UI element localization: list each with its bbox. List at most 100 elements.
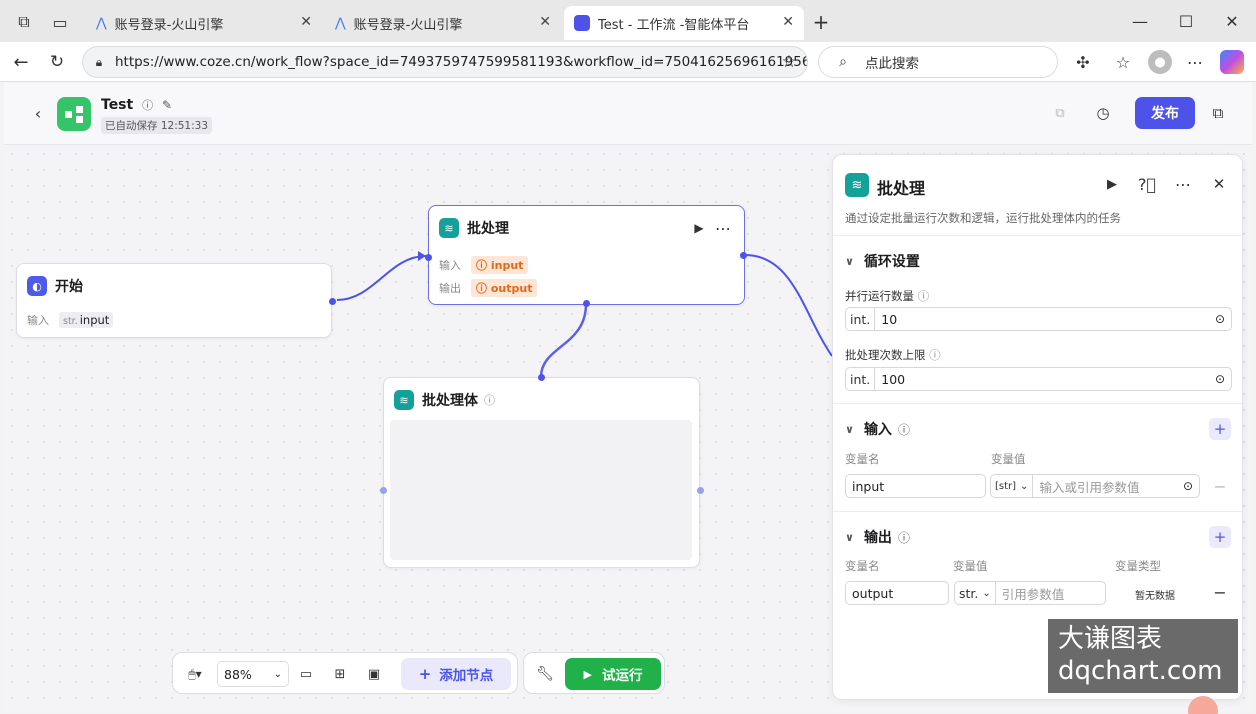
type-select[interactable]: [str] ⌄	[991, 475, 1034, 497]
close-window-icon[interactable]: ✕	[1222, 11, 1242, 31]
input-col-name: 变量名	[845, 452, 880, 466]
info-icon[interactable]: ⓘ	[898, 529, 910, 546]
output-var-value-field[interactable]: str. ⌄ 引用参数值	[954, 581, 1106, 605]
batch-input-port[interactable]	[425, 254, 432, 261]
ref-target-icon[interactable]: ⊙	[1215, 372, 1225, 386]
tab-actions-icon[interactable]: ▭	[50, 12, 70, 32]
minimize-icon[interactable]: —	[1130, 11, 1150, 31]
grid-layout-icon[interactable]: ⊞	[331, 665, 349, 683]
batch-body-port[interactable]	[583, 300, 590, 307]
workflow-logo-icon	[57, 97, 91, 131]
ref-target-icon[interactable]: ⊙	[1215, 312, 1225, 326]
search-box[interactable]: ⌕ 点此搜索	[818, 46, 1058, 78]
info-icon[interactable]: ⓘ	[898, 421, 910, 438]
output-tag-text: output	[490, 282, 533, 295]
address-bar[interactable]: 🔒︎ https://www.coze.cn/work_flow?space_i…	[82, 46, 808, 78]
body-left-port[interactable]	[380, 487, 387, 494]
test-run-button[interactable]: ▶ 试运行	[565, 658, 661, 690]
divider	[833, 403, 1242, 404]
browser-tab-2[interactable]: ⋀ 账号登录-火山引擎 ✕	[325, 6, 561, 40]
body-top-port[interactable]	[538, 374, 545, 381]
layout-toggle-icon[interactable]: ⧉	[1208, 103, 1228, 123]
output-var-name-field[interactable]: output	[845, 581, 949, 605]
new-tab-icon[interactable]: +	[810, 10, 832, 34]
input-section-label: 输入	[863, 422, 892, 438]
lock-icon[interactable]: 🔒︎	[91, 54, 107, 70]
back-icon[interactable]: ←	[10, 51, 32, 73]
plus-icon: +	[418, 665, 432, 683]
close-icon[interactable]: ✕	[300, 14, 312, 30]
run-node-icon[interactable]: ▶	[1103, 175, 1121, 193]
extensions-icon[interactable]: ✣	[1072, 51, 1094, 73]
minimap-icon[interactable]: ▣	[365, 665, 383, 683]
input-var-value-field[interactable]: [str] ⌄ 输入或引用参数值 ⊙	[990, 474, 1200, 498]
output-label: 输出	[439, 282, 461, 295]
add-node-button[interactable]: + 添加节点	[401, 658, 511, 690]
output-var-type: str.	[959, 585, 979, 601]
history-icon[interactable]: ◷	[1093, 103, 1113, 123]
add-output-button[interactable]: +	[1209, 526, 1231, 548]
batch-body-node[interactable]: ≋ 批处理体 ⓘ	[380, 374, 704, 568]
ref-target-icon[interactable]: ⊙	[1183, 479, 1193, 493]
loop-settings-header[interactable]: ∨ 循环设置	[845, 251, 920, 271]
batch-output-port[interactable]	[740, 252, 747, 259]
more-icon[interactable]: ⋯	[715, 219, 731, 238]
zoom-value: 88%	[224, 666, 252, 682]
chevron-down-icon: ⌄	[273, 668, 282, 680]
wrench-icon[interactable]: 🔧︎	[536, 665, 554, 683]
input-section-header[interactable]: ∨ 输入 ⓘ	[845, 419, 910, 439]
volcano-icon: ⋀	[96, 15, 107, 31]
close-icon[interactable]: ✕	[1209, 174, 1229, 194]
input-label: 输入	[439, 259, 461, 272]
output-section-header[interactable]: ∨ 输出 ⓘ	[845, 527, 910, 547]
info-icon[interactable]: ⓘ	[142, 99, 153, 112]
browser-tab-1[interactable]: ⋀ 账号登录-火山引擎 ✕	[86, 6, 322, 40]
parallel-label: 并行运行数量 ⓘ	[845, 288, 929, 304]
info-icon[interactable]: ⓘ	[918, 289, 930, 303]
mouse-mode-icon[interactable]: 🖱︎▾	[181, 665, 209, 683]
watermark-line-2: dqchart.com	[1058, 656, 1223, 686]
body-right-port[interactable]	[697, 487, 704, 494]
workspaces-icon[interactable]: ⧉	[14, 12, 34, 32]
copilot-icon[interactable]	[1220, 50, 1244, 74]
batch-body-header: ≋ 批处理体 ⓘ	[394, 390, 495, 410]
output-var-name: output	[852, 585, 894, 601]
batch-node[interactable]: ≋ 批处理 ▶ ⋯ 输入 ⓘ input 输出 ⓘ output	[425, 205, 747, 307]
comment-icon[interactable]: ▭	[297, 665, 315, 683]
more-menu-icon[interactable]: ⋯	[1184, 51, 1206, 73]
input-tag: ⓘ input	[471, 256, 529, 274]
batch-limit-input[interactable]: int. 100 ⊙	[845, 367, 1232, 391]
browser-tab-3-active[interactable]: Test - 工作流 -智能体平台 ✕	[564, 6, 804, 40]
add-input-button[interactable]: +	[1209, 418, 1231, 440]
batch-body-container[interactable]	[390, 420, 692, 560]
coze-icon	[574, 15, 590, 31]
remove-output-icon[interactable]: −	[1211, 583, 1229, 602]
more-icon[interactable]: ⋯	[1173, 174, 1193, 194]
run-node-icon[interactable]: ▶	[691, 220, 707, 236]
maximize-icon[interactable]: ☐	[1176, 11, 1196, 31]
divider	[833, 511, 1242, 512]
refresh-icon[interactable]: ↻	[46, 51, 68, 73]
parallel-label-text: 并行运行数量	[845, 289, 914, 303]
publish-button[interactable]: 发布	[1135, 97, 1195, 129]
favorites-icon[interactable]: ☆	[1112, 51, 1134, 73]
close-icon[interactable]: ✕	[539, 14, 551, 30]
remove-input-icon[interactable]: −	[1211, 477, 1229, 496]
help-icon[interactable]: ?⃝	[1137, 174, 1157, 194]
info-icon[interactable]: ⓘ	[929, 348, 941, 362]
workflow-title: Test ⓘ ✎	[101, 97, 172, 113]
type-select[interactable]: str. ⌄	[955, 582, 996, 604]
input-var-name-field[interactable]: input	[845, 474, 986, 498]
info-icon[interactable]: ⓘ	[484, 392, 495, 408]
edit-icon[interactable]: ✎	[162, 98, 172, 112]
start-output-port[interactable]	[329, 298, 336, 305]
close-icon[interactable]: ✕	[782, 14, 794, 30]
zoom-select[interactable]: 88% ⌄	[217, 661, 289, 687]
input-var-name: input	[852, 478, 885, 494]
copy-icon[interactable]: ⧉	[1050, 103, 1070, 123]
start-node[interactable]: ◐ 开始 输入 str. input	[16, 263, 336, 338]
favorite-star-icon[interactable]: ☆	[778, 51, 800, 73]
parallel-count-input[interactable]: int. 10 ⊙	[845, 307, 1232, 331]
profile-avatar-icon[interactable]: ●	[1148, 50, 1172, 74]
back-chevron-icon[interactable]: ‹	[28, 103, 48, 123]
